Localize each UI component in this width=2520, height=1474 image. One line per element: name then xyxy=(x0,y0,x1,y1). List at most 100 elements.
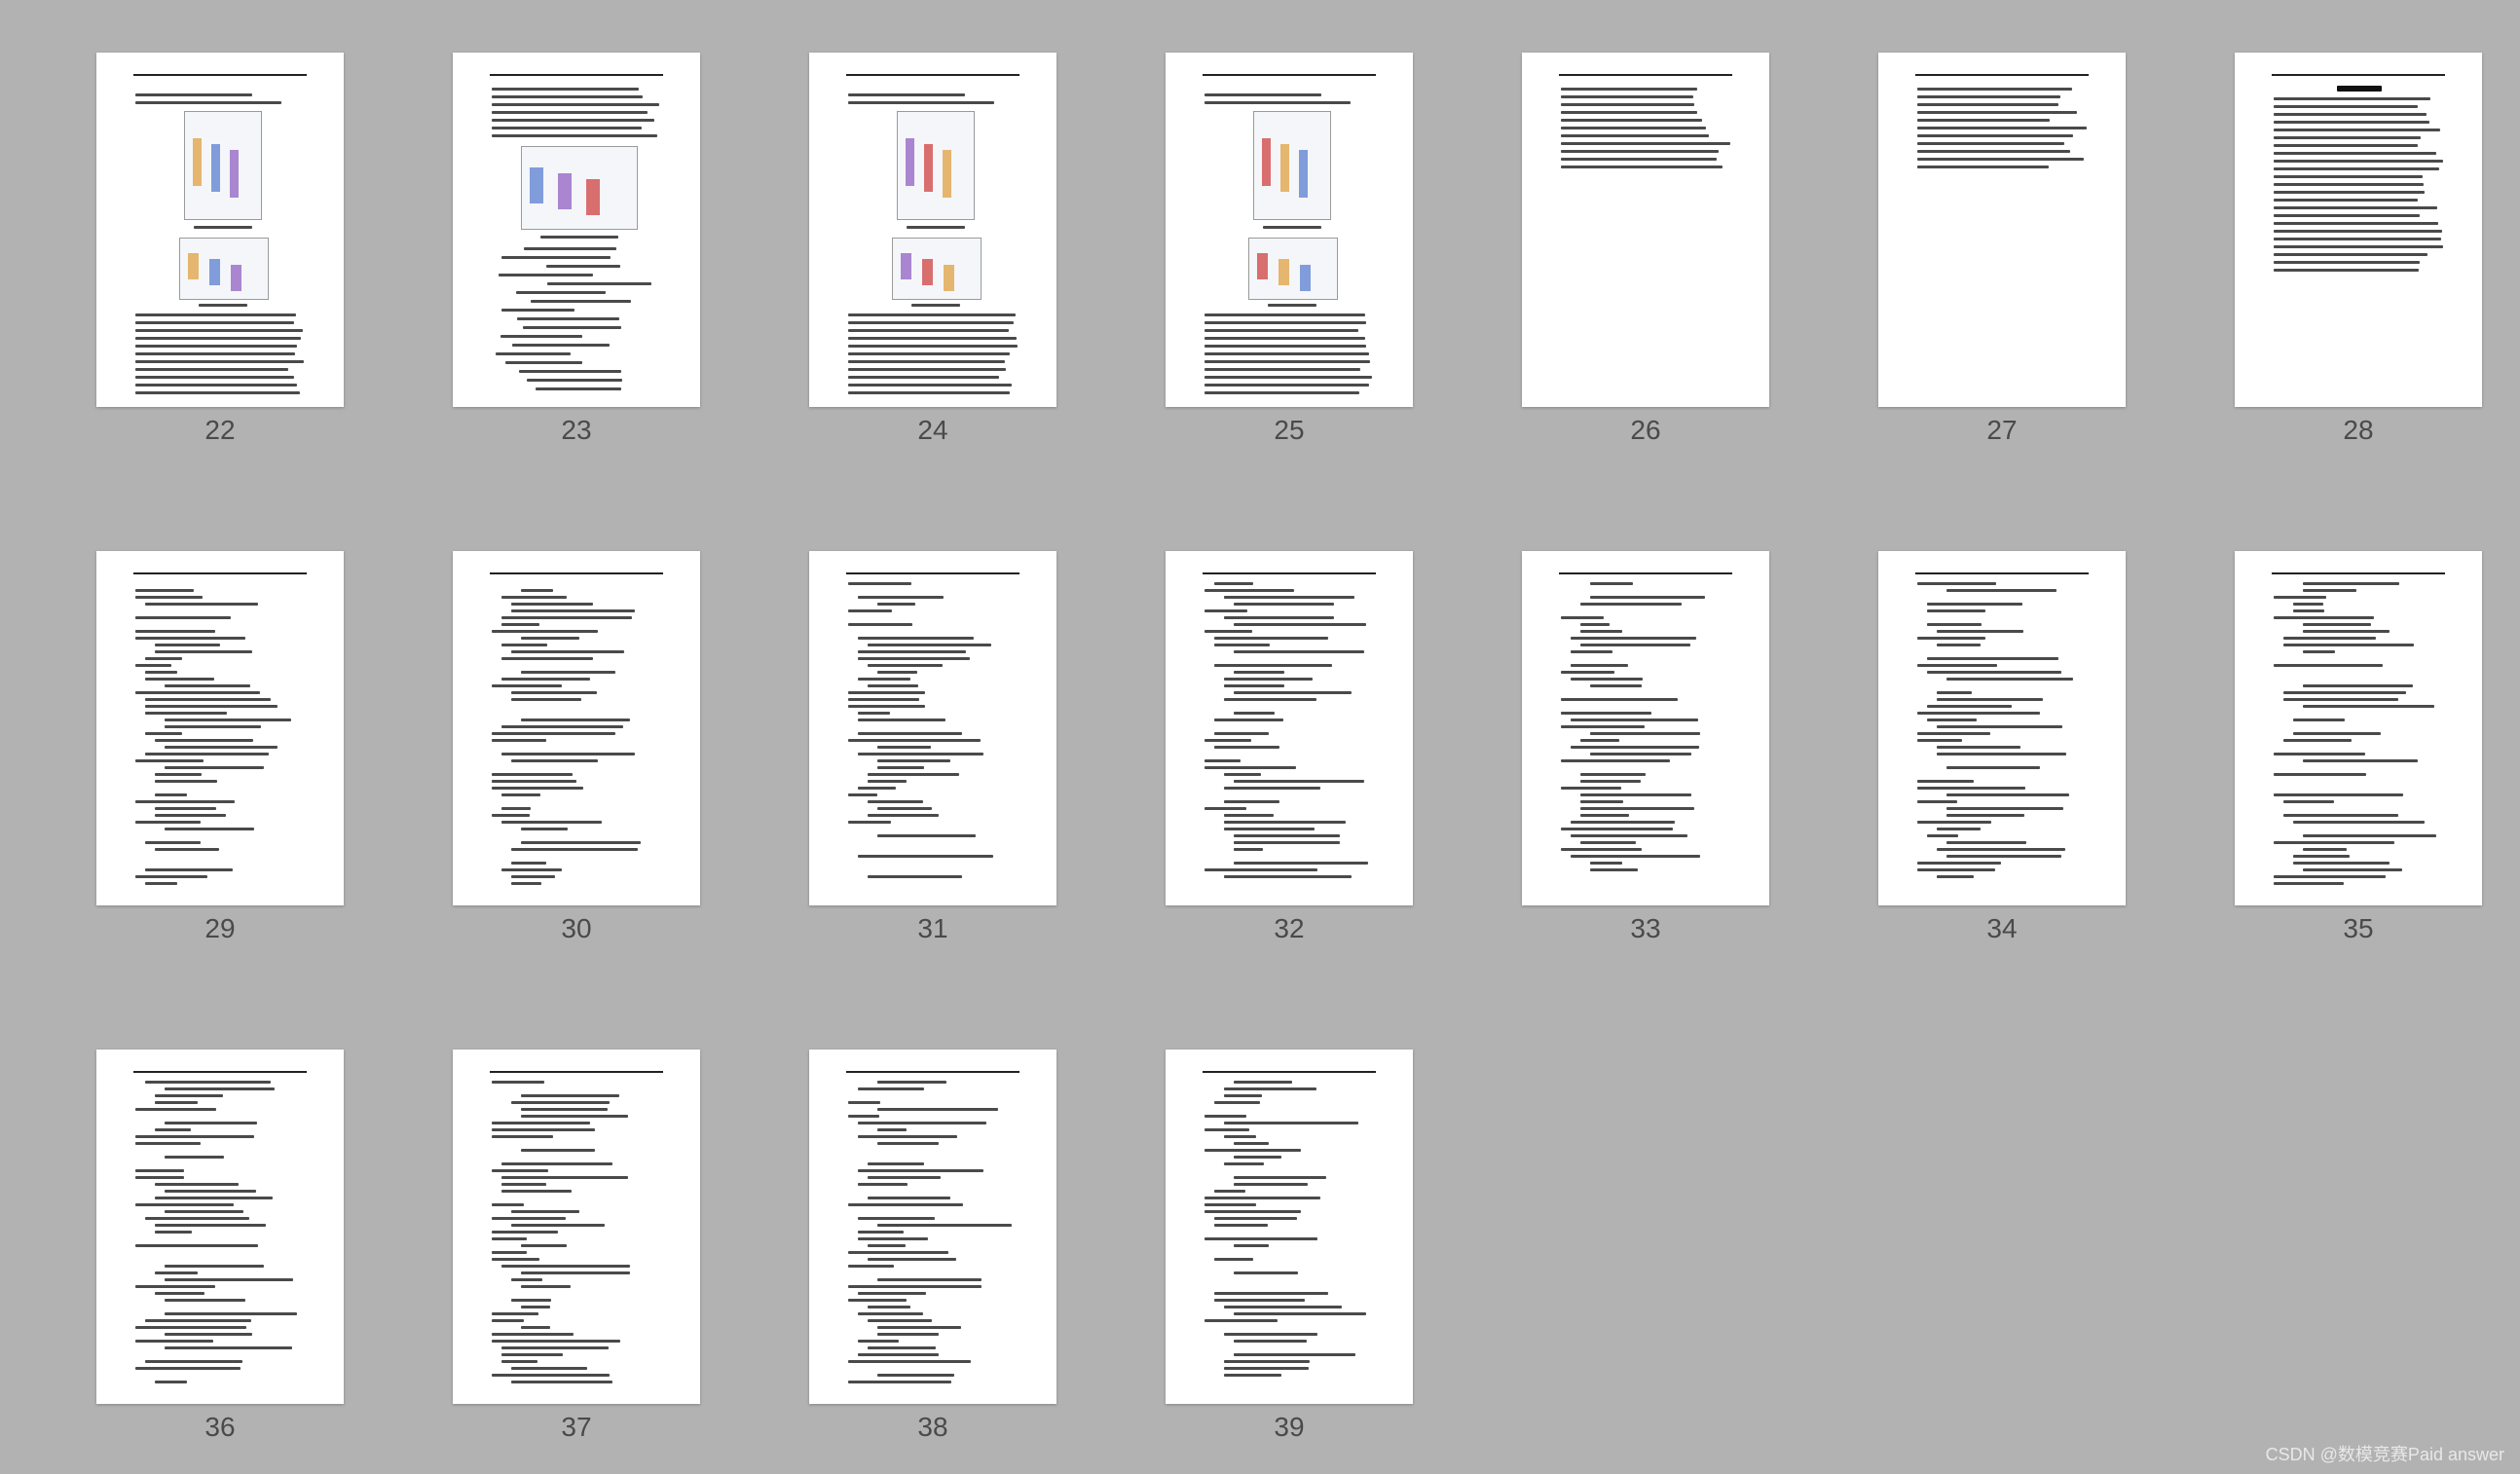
text-line xyxy=(135,616,231,619)
text-line xyxy=(1561,111,1697,114)
text-line xyxy=(858,1122,986,1124)
text-line xyxy=(1580,814,1629,817)
text-line xyxy=(165,1312,297,1315)
text-line xyxy=(1580,623,1610,626)
page-number-label[interactable]: 39 xyxy=(1166,1412,1413,1443)
page-number-label[interactable]: 37 xyxy=(453,1412,700,1443)
text-line xyxy=(868,875,962,878)
page-number-label[interactable]: 38 xyxy=(809,1412,1056,1443)
text-line xyxy=(492,1251,527,1254)
text-line xyxy=(501,1176,628,1179)
text-line xyxy=(848,691,925,694)
page-thumbnail[interactable] xyxy=(453,1050,700,1404)
text-line xyxy=(501,1183,546,1186)
page-number-label[interactable]: 28 xyxy=(2235,415,2482,446)
text-line xyxy=(858,1353,939,1356)
page-thumbnail[interactable] xyxy=(1522,53,1769,407)
page-thumbnail[interactable] xyxy=(1878,551,2126,905)
page-thumbnail[interactable] xyxy=(809,551,1056,905)
page-thumbnail-grid: 22 23 24 25 26 27 28 29 30 31 32 33 34 35 36 37 38 39 xyxy=(0,0,2520,1474)
text-line xyxy=(511,1299,551,1302)
text-line xyxy=(505,361,582,364)
text-line xyxy=(2293,855,2350,858)
page-thumbnail[interactable] xyxy=(96,551,344,905)
text-line xyxy=(1580,841,1636,844)
page-number-label[interactable]: 22 xyxy=(96,415,344,446)
page-number-label[interactable]: 32 xyxy=(1166,913,1413,944)
text-line xyxy=(1927,671,2061,674)
page-header-rule xyxy=(1203,74,1376,76)
figure-element xyxy=(943,150,951,198)
page-thumbnail[interactable] xyxy=(809,1050,1056,1404)
text-line xyxy=(155,814,226,817)
text-line xyxy=(145,1360,242,1363)
page-number-label[interactable]: 34 xyxy=(1878,913,2126,944)
text-line xyxy=(1561,671,1614,674)
page-thumbnail[interactable] xyxy=(453,53,700,407)
text-line xyxy=(517,317,619,320)
text-line xyxy=(135,1169,184,1172)
text-line xyxy=(521,719,630,721)
page-number-label[interactable]: 35 xyxy=(2235,913,2482,944)
page-thumbnail[interactable] xyxy=(96,53,344,407)
text-line xyxy=(868,1244,906,1247)
page-thumbnail[interactable] xyxy=(453,551,700,905)
text-line xyxy=(492,1374,610,1377)
page-thumbnail[interactable] xyxy=(1166,551,1413,905)
page-thumbnail[interactable] xyxy=(96,1050,344,1404)
text-line xyxy=(1204,321,1366,324)
text-line xyxy=(2283,800,2334,803)
text-line xyxy=(848,345,1018,348)
text-line xyxy=(848,1381,951,1383)
text-line xyxy=(1561,725,1645,728)
page-thumbnail[interactable] xyxy=(2235,551,2482,905)
page-number-label[interactable]: 26 xyxy=(1522,415,1769,446)
text-line xyxy=(848,321,1014,324)
text-line xyxy=(2274,183,2424,186)
text-line xyxy=(1224,814,1274,817)
text-line xyxy=(155,793,187,796)
text-line xyxy=(521,1271,630,1274)
page-number-label[interactable]: 24 xyxy=(809,415,1056,446)
page-number-label[interactable]: 27 xyxy=(1878,415,2126,446)
text-line xyxy=(877,766,924,769)
page-number-label[interactable]: 30 xyxy=(453,913,700,944)
text-line xyxy=(1234,780,1364,783)
page-thumbnail[interactable] xyxy=(1166,53,1413,407)
page-header-rule xyxy=(1203,572,1376,574)
text-line xyxy=(501,657,593,660)
text-line xyxy=(907,226,965,229)
text-line xyxy=(1937,848,2065,851)
page-number-label[interactable]: 36 xyxy=(96,1412,344,1443)
text-line xyxy=(1204,1210,1301,1213)
text-line xyxy=(1234,841,1340,844)
text-line xyxy=(155,1271,198,1274)
text-line xyxy=(135,664,171,667)
page-number-label[interactable]: 23 xyxy=(453,415,700,446)
page-number-label[interactable]: 31 xyxy=(809,913,1056,944)
page-thumbnail[interactable] xyxy=(2235,53,2482,407)
page-number-label[interactable]: 29 xyxy=(96,913,344,944)
page-thumbnail[interactable] xyxy=(1878,53,2126,407)
text-line xyxy=(1590,684,1642,687)
page-number-label[interactable]: 25 xyxy=(1166,415,1413,446)
text-line xyxy=(135,875,207,878)
text-line xyxy=(2303,582,2399,585)
page-thumbnail[interactable] xyxy=(1522,551,1769,905)
text-line xyxy=(848,623,912,626)
text-line xyxy=(155,773,202,776)
page-thumbnail[interactable] xyxy=(1166,1050,1413,1404)
text-line xyxy=(2274,269,2419,272)
text-line xyxy=(848,1203,963,1206)
text-line xyxy=(145,671,177,674)
text-line xyxy=(858,1135,957,1138)
text-line xyxy=(547,282,651,285)
figure-image xyxy=(184,111,262,220)
page-thumbnail[interactable] xyxy=(809,53,1056,407)
page-number-label[interactable]: 33 xyxy=(1522,913,1769,944)
text-line xyxy=(1224,787,1320,790)
text-line xyxy=(501,256,611,259)
text-line xyxy=(1917,787,2025,790)
text-line xyxy=(911,304,960,307)
text-line xyxy=(848,101,994,104)
